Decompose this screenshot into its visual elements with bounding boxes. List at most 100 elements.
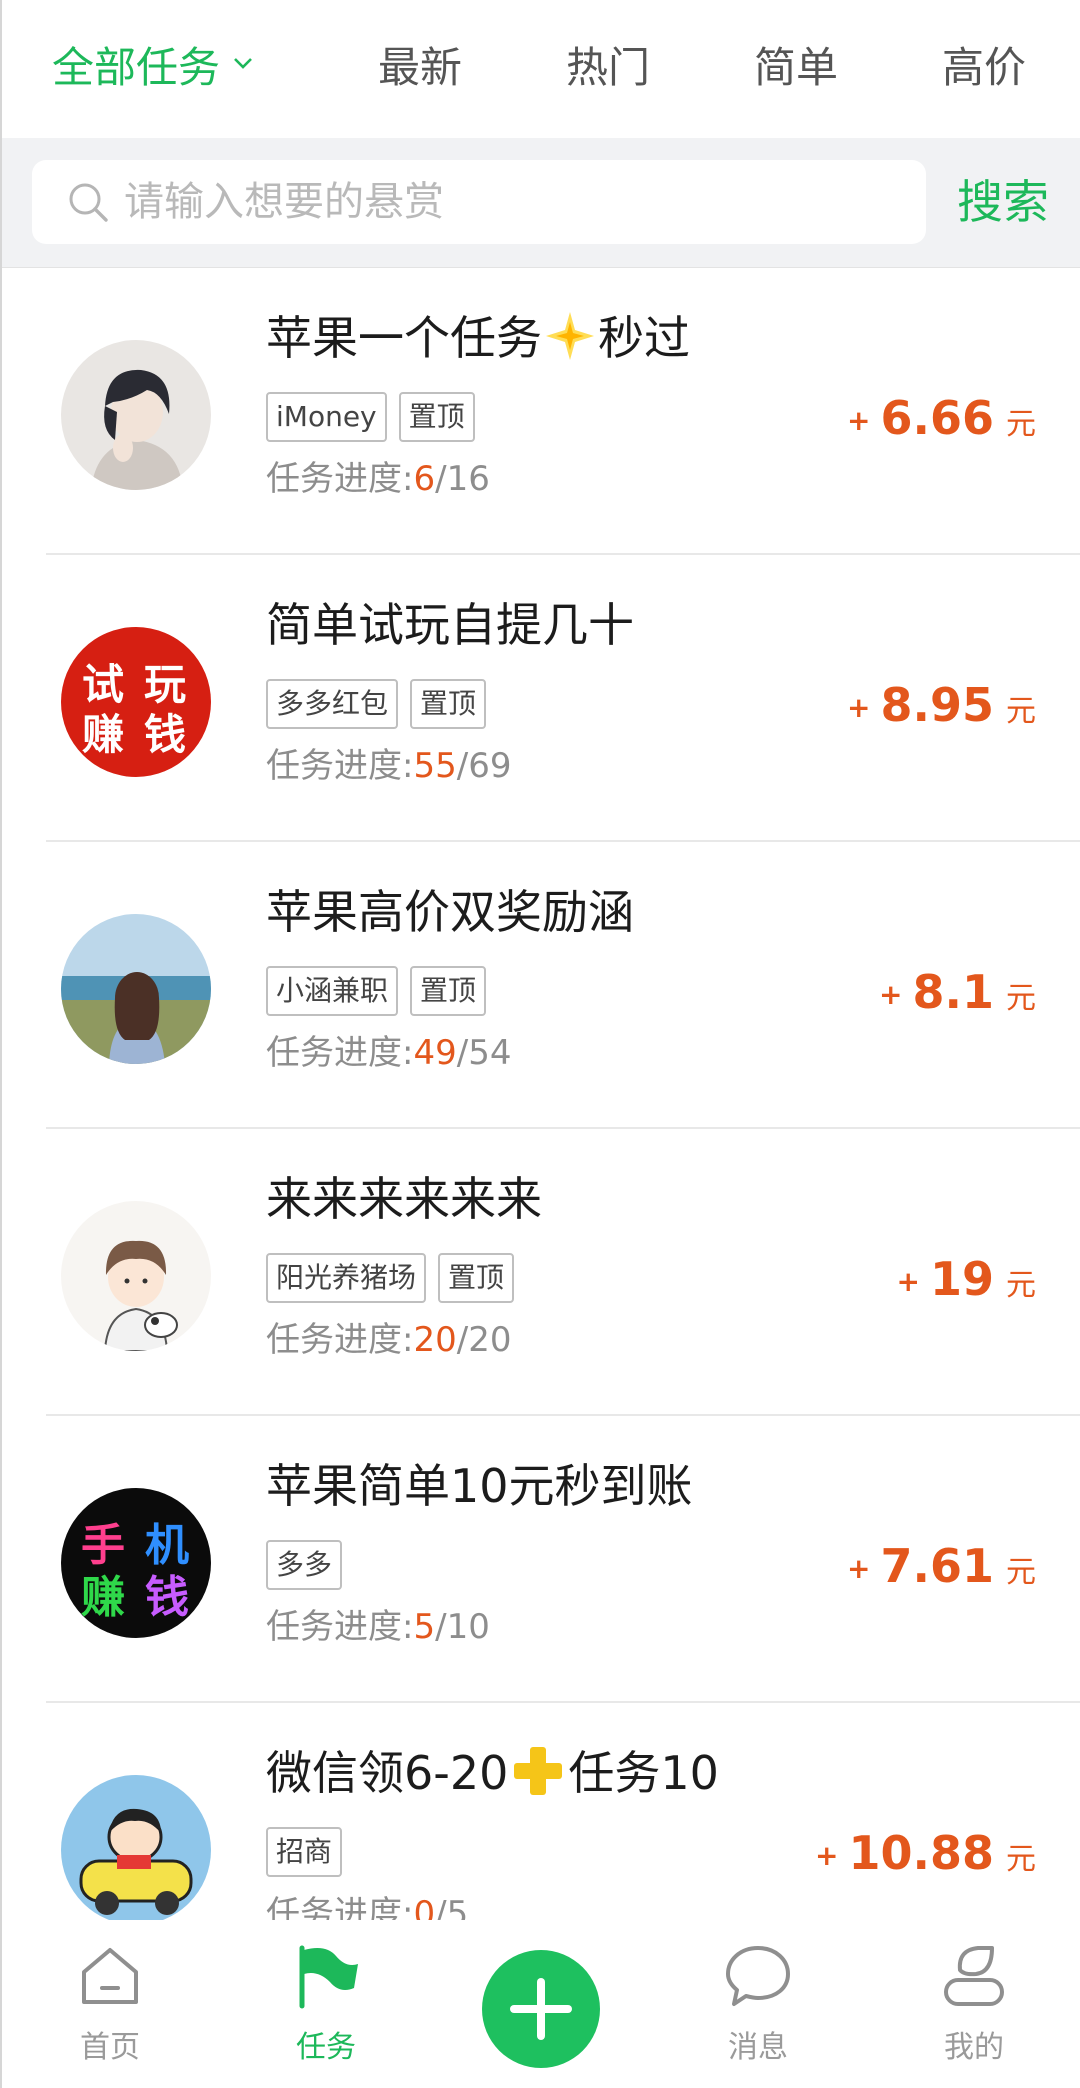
progress-total: /5 [435, 1894, 469, 1920]
reward-unit: 元 [1006, 981, 1036, 1016]
avatar: 试 玩 赚 钱 [61, 627, 211, 777]
reward-plus: + [847, 691, 871, 724]
progress-total: /16 [435, 459, 490, 499]
task-item[interactable]: 苹果一个任务 秒过 iMoney 置顶 任务进度:6/16 +6.66 元 [46, 268, 1080, 555]
nav-mine-label: 我的 [944, 2030, 1004, 2065]
reward-amount: +19 元 [897, 1249, 1036, 1320]
progress-label: 任务进度: [266, 746, 414, 786]
progress-total: /69 [456, 746, 512, 786]
chevron-down-icon [234, 58, 252, 69]
chat-bubble-icon [726, 1946, 790, 2006]
task-progress: 任务进度:5/10 [266, 1604, 490, 1650]
reward-unit: 元 [1006, 1268, 1036, 1303]
reward-amount: +8.1 元 [879, 962, 1036, 1033]
progress-done: 49 [413, 1033, 457, 1073]
progress-label: 任务进度: [266, 1320, 414, 1360]
task-item[interactable]: 来来来来来来 阳光养猪场 置顶 任务进度:20/20 +19 元 [46, 1129, 1080, 1416]
star-emoji-icon [546, 312, 594, 360]
progress-total: /54 [456, 1033, 512, 1073]
bottom-nav: 首页 任务 消息 我的 [2, 1920, 1080, 2088]
task-list: 苹果一个任务 秒过 iMoney 置顶 任务进度:6/16 +6.66 元 试 玩 赚… [2, 268, 1080, 1920]
tag-list: 阳光养猪场 置顶 [266, 1253, 526, 1303]
reward-value: 8.1 [912, 965, 995, 1019]
avatar-text: 钱 [145, 1572, 189, 1623]
progress-done: 20 [413, 1320, 457, 1360]
reward-unit: 元 [1006, 694, 1036, 729]
reward-plus: + [896, 1265, 920, 1298]
progress-label: 任务进度: [266, 1033, 414, 1073]
tag-badge: 小涵兼职 [266, 966, 399, 1016]
tag-list: iMoney 置顶 [266, 392, 487, 442]
progress-total: /10 [435, 1607, 490, 1647]
tab-latest[interactable]: 最新 [378, 38, 462, 98]
tab-all-tasks[interactable]: 全部任务 [52, 38, 254, 98]
task-item[interactable]: 苹果高价双奖励涵 小涵兼职 置顶 任务进度:49/54 +8.1 元 [46, 842, 1080, 1129]
progress-done: 55 [413, 746, 457, 786]
progress-done: 0 [413, 1894, 436, 1920]
avatar-text: 钱 [144, 710, 186, 759]
avatar-text: 赚 [81, 1572, 125, 1623]
task-item[interactable]: 微信领6-20 任务10 招商 任务进度:0/5 +10.88 元 [46, 1703, 1080, 1920]
reward-unit: 元 [1006, 1842, 1036, 1877]
task-title: 苹果高价双奖励涵 [266, 885, 634, 939]
plus-icon [510, 1978, 572, 2040]
reward-amount: +7.61 元 [847, 1536, 1036, 1607]
reward-unit: 元 [1006, 1555, 1036, 1590]
progress-label: 任务进度: [266, 459, 414, 499]
avatar [61, 1201, 211, 1351]
search-placeholder: 请输入想要的悬赏 [124, 179, 444, 225]
pinned-badge: 置顶 [398, 392, 475, 442]
avatar-text: 赚 [82, 710, 124, 759]
task-title-text: 秒过 [598, 311, 690, 365]
progress-done: 6 [413, 459, 436, 499]
plus-emoji-icon [514, 1747, 563, 1795]
tag-list: 多多 [266, 1540, 354, 1590]
task-title-text: 微信领6-20 [266, 1746, 509, 1800]
task-progress: 任务进度:49/54 [266, 1030, 511, 1076]
nav-mine[interactable]: 我的 [904, 1920, 1044, 2088]
progress-total: /20 [456, 1320, 512, 1360]
tab-high-price[interactable]: 高价 [942, 38, 1026, 98]
reward-value: 10.88 [848, 1826, 994, 1880]
search-icon [69, 183, 108, 222]
flag-icon [299, 1945, 358, 2009]
search-button[interactable]: 搜索 [957, 160, 1049, 244]
reward-amount: +8.95 元 [847, 675, 1036, 746]
tag-badge: 多多 [266, 1540, 343, 1590]
add-task-button[interactable] [482, 1950, 600, 2068]
progress-label: 任务进度: [266, 1894, 414, 1920]
reward-value: 8.95 [880, 678, 995, 732]
avatar-text: 玩 [144, 660, 186, 709]
reward-unit: 元 [1006, 407, 1036, 442]
task-progress: 任务进度:20/20 [266, 1317, 511, 1363]
tab-simple[interactable]: 简单 [754, 38, 838, 98]
pinned-badge: 置顶 [410, 966, 487, 1016]
reward-amount: +10.88 元 [815, 1823, 1036, 1894]
nav-tasks-label: 任务 [296, 2030, 356, 2065]
nav-home[interactable]: 首页 [40, 1920, 180, 2088]
reward-value: 19 [929, 1252, 994, 1306]
task-progress: 任务进度:6/16 [266, 456, 490, 502]
task-list-page: 全部任务 最新 热门 简单 高价 请输入想要的悬赏 搜索 苹果一个任务 秒过 i… [0, 0, 1080, 2088]
avatar-text: 手 [81, 1520, 125, 1571]
nav-messages[interactable]: 消息 [688, 1920, 828, 2088]
task-title: 苹果简单10元秒到账 [266, 1459, 693, 1513]
task-item[interactable]: 试 玩 赚 钱 简单试玩自提几十 多多红包 置顶 任务进度:55/69 +8.95… [46, 555, 1080, 842]
avatar [61, 1775, 211, 1920]
reward-plus: + [847, 404, 871, 437]
reward-amount: +6.66 元 [847, 388, 1036, 459]
tag-badge: 招商 [266, 1827, 343, 1877]
task-item[interactable]: 手 机 赚 钱 苹果简单10元秒到账 多多 任务进度:5/10 +7.61 元 [46, 1416, 1080, 1703]
avatar [61, 914, 211, 1064]
tab-hot[interactable]: 热门 [566, 38, 650, 98]
nav-tasks[interactable]: 任务 [256, 1920, 396, 2088]
tab-all-tasks-label: 全部任务 [52, 43, 221, 92]
tag-badge: 阳光养猪场 [266, 1253, 427, 1303]
task-progress: 任务进度:0/5 [266, 1891, 468, 1920]
search-input[interactable]: 请输入想要的悬赏 [32, 160, 926, 244]
nav-home-label: 首页 [80, 2030, 140, 2065]
tag-badge: 多多红包 [266, 679, 399, 729]
task-title: 简单试玩自提几十 [266, 598, 634, 652]
task-title-text: 苹果一个任务 [266, 311, 542, 365]
pinned-badge: 置顶 [410, 679, 487, 729]
